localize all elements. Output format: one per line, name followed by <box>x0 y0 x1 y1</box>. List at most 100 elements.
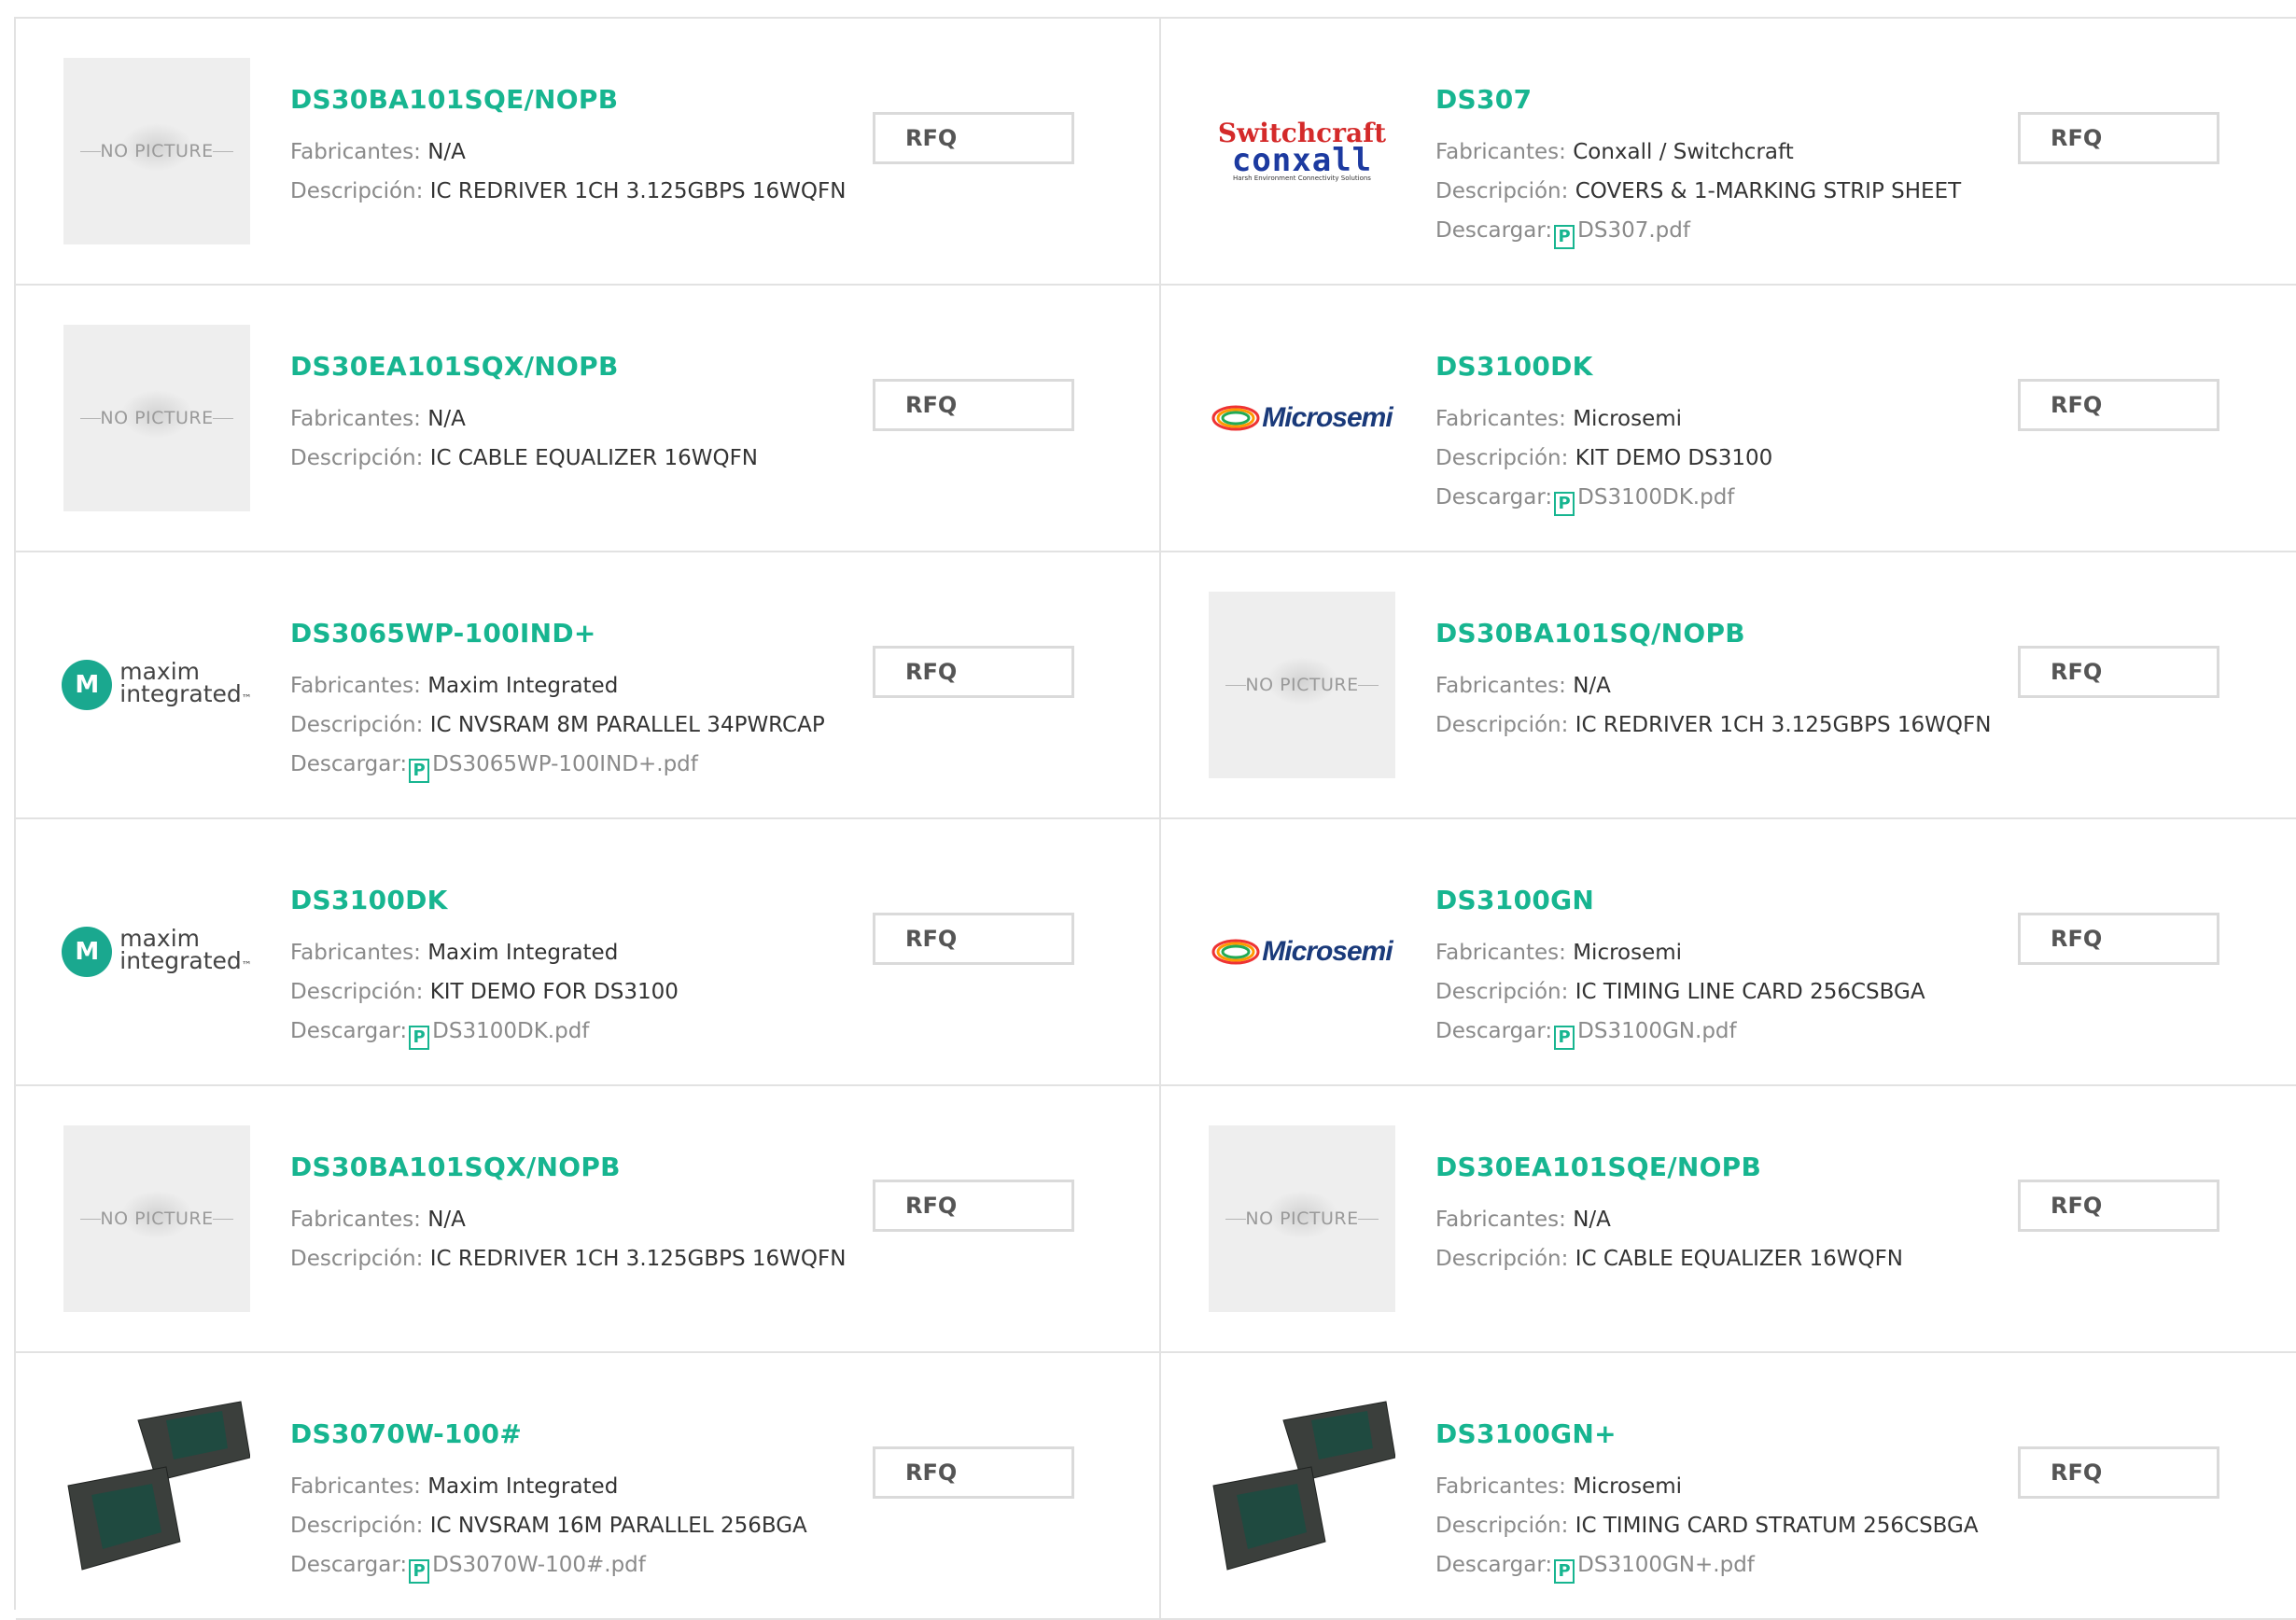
datasheet-pdf-link[interactable]: DS307.pdf <box>1577 218 1690 243</box>
manufacturer-value: Microsemi <box>1573 941 1683 965</box>
pdf-file-icon[interactable]: P <box>409 759 430 783</box>
description-label: Descripción: <box>290 980 424 1004</box>
description-value: IC NVSRAM 8M PARALLEL 34PWRCAP <box>429 713 825 737</box>
part-number-link[interactable]: DS3100DK <box>290 885 850 915</box>
microsemi-logo-mark: Microsemi <box>1211 402 1393 434</box>
description-value: KIT DEMO DS3100 <box>1575 446 1773 470</box>
description-label: Descripción: <box>290 179 424 203</box>
microsemi-swirl-icon <box>1211 939 1260 965</box>
product-card: Switchcraft conxall Harsh Environment Conn… <box>1161 19 2296 286</box>
no-picture-image[interactable]: NO PICTURE <box>1209 1125 1395 1312</box>
description-label: Descripción: <box>1435 446 1569 470</box>
rfq-button[interactable]: RFQ <box>873 913 1074 965</box>
part-number-link[interactable]: DS3100GN <box>1435 885 1995 915</box>
download-row: Descargar: P DS3100GN.pdf <box>1435 1012 1995 1051</box>
rfq-button[interactable]: RFQ <box>2018 379 2219 431</box>
no-picture-label: NO PICTURE <box>63 408 250 428</box>
part-number-link[interactable]: DS30EA101SQE/NOPB <box>1435 1152 1995 1182</box>
part-number-link[interactable]: DS3070W-100# <box>290 1418 850 1449</box>
description-row: Descripción: IC REDRIVER 1CH 3.125GBPS 1… <box>1435 705 1995 745</box>
no-picture-image[interactable]: NO PICTURE <box>63 1125 250 1312</box>
description-row: Descripción: IC NVSRAM 16M PARALLEL 256B… <box>290 1506 850 1545</box>
description-value: KIT DEMO FOR DS3100 <box>429 980 679 1004</box>
microsemi-logo-text: Microsemi <box>1262 402 1393 433</box>
part-number-link[interactable]: DS3065WP-100IND+ <box>290 618 850 649</box>
description-value: IC TIMING LINE CARD 256CSBGA <box>1575 980 1925 1004</box>
microsemi-logo[interactable]: Microsemi <box>1209 325 1395 511</box>
datasheet-pdf-link[interactable]: DS3065WP-100IND+.pdf <box>432 752 698 776</box>
description-value: COVERS & 1-MARKING STRIP SHEET <box>1575 179 1962 203</box>
microsemi-logo[interactable]: Microsemi <box>1209 859 1395 1045</box>
pdf-file-icon[interactable]: P <box>1554 225 1575 249</box>
manufacturer-label: Fabricantes: <box>1435 1474 1566 1499</box>
part-number-link[interactable]: DS307 <box>1435 84 1995 115</box>
manufacturer-value: N/A <box>1573 1208 1611 1232</box>
product-info: DS3100GN Fabricantes: Microsemi Descripció… <box>1435 885 1995 1051</box>
datasheet-pdf-link[interactable]: DS3070W-100#.pdf <box>432 1553 646 1577</box>
manufacturer-label: Fabricantes: <box>1435 674 1566 698</box>
description-label: Descripción: <box>1435 179 1569 203</box>
description-label: Descripción: <box>1435 1514 1569 1538</box>
no-picture-image[interactable]: NO PICTURE <box>1209 592 1395 778</box>
pdf-file-icon[interactable]: P <box>409 1559 430 1584</box>
datasheet-pdf-link[interactable]: DS3100DK.pdf <box>1577 485 1734 510</box>
part-number-link[interactable]: DS30BA101SQE/NOPB <box>290 84 850 115</box>
datasheet-pdf-link[interactable]: DS3100GN+.pdf <box>1577 1553 1755 1577</box>
rfq-button[interactable]: RFQ <box>873 1180 1074 1232</box>
datasheet-pdf-link[interactable]: DS3100GN.pdf <box>1577 1019 1736 1043</box>
maxim-integrated-logo[interactable]: Mmaxim integrated™ <box>62 859 252 1045</box>
manufacturer-value: Microsemi <box>1573 1474 1683 1499</box>
manufacturer-value: N/A <box>1573 674 1611 698</box>
rfq-button[interactable]: RFQ <box>2018 112 2219 164</box>
part-number-link[interactable]: DS30BA101SQ/NOPB <box>1435 618 1995 649</box>
part-number-link[interactable]: DS3100GN+ <box>1435 1418 1995 1449</box>
download-row: Descargar: P DS3070W-100#.pdf <box>290 1545 850 1585</box>
pdf-file-icon[interactable]: P <box>1554 1026 1575 1050</box>
rfq-button[interactable]: RFQ <box>873 646 1074 698</box>
manufacturer-label: Fabricantes: <box>290 407 421 431</box>
description-value: IC REDRIVER 1CH 3.125GBPS 16WQFN <box>429 1247 847 1271</box>
download-row: Descargar: P DS3100GN+.pdf <box>1435 1545 1995 1585</box>
bga-chip-photo[interactable] <box>1209 1392 1395 1579</box>
download-label: Descargar: <box>290 1553 408 1577</box>
manufacturer-value: Conxall / Switchcraft <box>1573 140 1794 164</box>
switchcraft-conxall-logo[interactable]: Switchcraft conxall Harsh Environment Conn… <box>1209 58 1395 244</box>
no-picture-label: NO PICTURE <box>63 1208 250 1229</box>
part-number-link[interactable]: DS30BA101SQX/NOPB <box>290 1152 850 1182</box>
rfq-button[interactable]: RFQ <box>873 112 1074 164</box>
product-card: DS3070W-100# Fabricantes: Maxim Integrate… <box>16 1353 1161 1620</box>
download-row: Descargar: P DS3100DK.pdf <box>1435 478 1995 517</box>
rfq-button[interactable]: RFQ <box>2018 1446 2219 1499</box>
pdf-file-icon[interactable]: P <box>1554 1559 1575 1584</box>
conxall-logo-text: conxall <box>1231 142 1373 179</box>
product-card: Microsemi DS3100GN Fabricantes: Microsemi D… <box>1161 819 2296 1086</box>
pdf-file-icon[interactable]: P <box>1554 492 1575 516</box>
pdf-file-icon[interactable]: P <box>409 1026 430 1050</box>
rfq-button[interactable]: RFQ <box>2018 913 2219 965</box>
part-number-link[interactable]: DS3100DK <box>1435 351 1995 382</box>
product-card: DS3100GN+ Fabricantes: Microsemi Descripci… <box>1161 1353 2296 1620</box>
description-value: IC CABLE EQUALIZER 16WQFN <box>429 446 758 470</box>
no-picture-image[interactable]: NO PICTURE <box>63 58 250 244</box>
description-label: Descripción: <box>1435 713 1569 737</box>
manufacturer-label: Fabricantes: <box>290 1474 421 1499</box>
maxim-logo-line2: integrated™ <box>119 946 252 977</box>
maxim-integrated-logo[interactable]: Mmaxim integrated™ <box>62 592 252 778</box>
no-picture-label: NO PICTURE <box>1209 1208 1395 1229</box>
part-number-link[interactable]: DS30EA101SQX/NOPB <box>290 351 850 382</box>
rfq-button[interactable]: RFQ <box>873 379 1074 431</box>
description-label: Descripción: <box>290 446 424 470</box>
datasheet-pdf-link[interactable]: DS3100DK.pdf <box>432 1019 589 1043</box>
bga-chip-photo[interactable] <box>63 1392 250 1579</box>
rfq-button[interactable]: RFQ <box>2018 1180 2219 1232</box>
product-card: NO PICTURE DS30BA101SQX/NOPB Fabricantes: … <box>16 1086 1161 1353</box>
microsemi-swirl-icon <box>1211 405 1260 431</box>
manufacturer-row: Fabricantes: Conxall / Switchcraft <box>1435 133 1995 172</box>
product-info: DS3100GN+ Fabricantes: Microsemi Descripci… <box>1435 1418 1995 1585</box>
download-row: Descargar: P DS3100DK.pdf <box>290 1012 850 1051</box>
rfq-button[interactable]: RFQ <box>2018 646 2219 698</box>
maxim-logo-line2-text: integrated <box>119 946 242 974</box>
rfq-button[interactable]: RFQ <box>873 1446 1074 1499</box>
no-picture-image[interactable]: NO PICTURE <box>63 325 250 511</box>
product-info: DS30BA101SQ/NOPB Fabricantes: N/A Descripc… <box>1435 618 1995 745</box>
